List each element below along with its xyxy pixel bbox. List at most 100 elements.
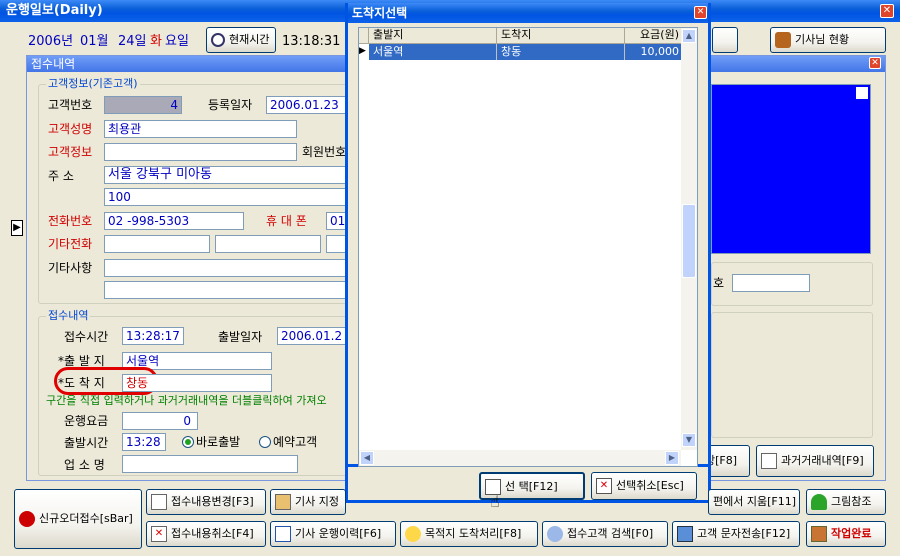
edit-icon xyxy=(151,494,167,510)
scroll-thumb[interactable] xyxy=(682,204,696,278)
radio-reserve[interactable] xyxy=(259,436,271,448)
door-icon xyxy=(811,526,827,542)
cell-dest: 창동 xyxy=(497,44,625,60)
driver-assign-button[interactable]: 기사 지정 xyxy=(270,489,346,515)
row-arrow-icon: ▶ xyxy=(11,220,23,236)
main-window-title: 운행일보(Daily) xyxy=(6,3,103,18)
row-indicator-icon: ▶ xyxy=(359,44,369,60)
dest-field[interactable]: 창동 xyxy=(122,374,272,392)
mouse-pointer-icon: ☝ xyxy=(490,492,500,511)
table-row[interactable]: ▶ 서울역 창동 10,000 xyxy=(359,44,681,60)
radio-now[interactable] xyxy=(182,436,194,448)
people-icon xyxy=(775,32,791,48)
date-month: 01월 xyxy=(80,34,109,49)
message-icon xyxy=(677,526,693,542)
phone-field[interactable]: 02 -998-5303 xyxy=(104,212,244,230)
photo-ref-button[interactable]: 그림참조 xyxy=(806,489,886,515)
other-phone-label: 기타전화 xyxy=(48,237,93,251)
date-year: 2006년 xyxy=(28,34,74,49)
cell-origin: 서울역 xyxy=(369,44,497,60)
driver-history-button[interactable]: 기사 운행이력[F6] xyxy=(270,521,396,547)
tree-icon xyxy=(811,494,827,510)
right-partial-field[interactable] xyxy=(732,274,810,292)
right-group-bottom xyxy=(711,312,873,438)
depart-time-label: 출발시간 xyxy=(64,436,109,450)
phone-label: 전화번호 xyxy=(48,214,93,228)
date-weekday-suffix: 요일 xyxy=(165,34,189,49)
edit-order-button[interactable]: 접수내용변경[F3] xyxy=(146,489,266,515)
scroll-up-icon[interactable]: ▲ xyxy=(682,29,696,43)
col-fare[interactable]: 요금(원) xyxy=(625,28,681,44)
other-notes-label: 기타사항 xyxy=(48,261,93,275)
office-label: 업 소 명 xyxy=(64,458,105,472)
radio-now-label: 바로출발 xyxy=(196,435,241,449)
customer-info-label: 고객정보 xyxy=(48,145,93,159)
customer-search-button[interactable]: 접수고객 검색[F0] xyxy=(542,521,668,547)
partial-top-button[interactable] xyxy=(712,27,738,53)
route-grid-header: 출발지 도착지 요금(원) xyxy=(359,28,681,44)
order-time-field[interactable]: 13:28:17 xyxy=(122,327,184,345)
other-notes-field-2[interactable] xyxy=(104,281,348,299)
reg-date-label: 등록일자 xyxy=(208,98,253,112)
fare-field[interactable]: 0 xyxy=(122,412,198,430)
other-notes-field-1[interactable] xyxy=(104,259,348,277)
document-icon xyxy=(761,453,777,469)
customer-name-field[interactable]: 최용관 xyxy=(104,120,297,138)
new-order-icon xyxy=(19,511,35,527)
office-field[interactable] xyxy=(122,455,298,473)
cancel-select-button[interactable]: ✕ 선택취소[Esc] xyxy=(591,472,697,500)
dest-label: *도 착 지 xyxy=(58,376,105,390)
panel-close-icon[interactable]: ✕ xyxy=(869,57,881,69)
cancel-list-icon: ✕ xyxy=(596,478,612,494)
horizontal-scrollbar[interactable]: ◀ ▶ xyxy=(359,450,681,466)
customer-name-label: 고객성명 xyxy=(48,122,93,136)
dialog-close-icon[interactable]: ✕ xyxy=(694,6,707,19)
other-phone-field-2[interactable] xyxy=(215,235,321,253)
clock-readout: 13:18:31 xyxy=(282,34,341,49)
cancel-order-button[interactable]: ✕ 접수내용취소[F4] xyxy=(146,521,266,547)
address-label: 주 소 xyxy=(48,169,74,183)
arrival-button[interactable]: 목적지 도착처리[F8] xyxy=(400,521,538,547)
driver-status-button[interactable]: 기사님 현황 xyxy=(770,27,886,53)
reg-date-field[interactable]: 2006.01.23 xyxy=(266,96,346,114)
driver-icon xyxy=(275,494,291,510)
depart-time-field[interactable]: 13:28 xyxy=(122,433,166,451)
radio-reserve-label: 예약고객 xyxy=(273,435,318,449)
mobile-label: 휴 대 폰 xyxy=(266,214,307,228)
customer-no-label: 고객번호 xyxy=(48,98,93,112)
col-dest[interactable]: 도착지 xyxy=(497,28,625,44)
fare-label: 운행요금 xyxy=(64,414,109,428)
cancel-doc-icon: ✕ xyxy=(151,526,167,542)
address2-field[interactable]: 100 xyxy=(104,188,348,206)
member-no-label: 회원번호 xyxy=(302,145,347,159)
vertical-scrollbar[interactable]: ▲ ▼ xyxy=(681,28,697,450)
customer-group-caption: 고객정보(기존고객) xyxy=(46,77,140,90)
radio-dot-icon xyxy=(185,439,191,445)
scroll-left-icon[interactable]: ◀ xyxy=(360,451,374,465)
current-time-button[interactable]: 현재시간 xyxy=(206,27,276,53)
date-day: 24일 xyxy=(118,34,147,49)
depart-date-label: 출발일자 xyxy=(218,330,263,344)
delete-from-button[interactable]: 편에서 지움[F11] xyxy=(708,489,800,515)
main-close-icon[interactable]: ✕ xyxy=(880,4,894,18)
scroll-down-icon[interactable]: ▼ xyxy=(682,433,696,447)
clock-icon xyxy=(211,33,225,47)
finish-button[interactable]: 작업완료 xyxy=(806,521,886,547)
destination-select-dialog: 도착지선택 ✕ 출발지 도착지 요금(원) ▶ 서울역 창동 10,000 ▲ … xyxy=(345,3,711,467)
dialog-title: 도착지선택 xyxy=(352,6,408,20)
customer-info-field[interactable] xyxy=(104,143,297,161)
sms-button[interactable]: 고객 문자전송[F12] xyxy=(672,521,800,547)
scroll-right-icon[interactable]: ▶ xyxy=(665,451,679,465)
order-time-label: 접수시간 xyxy=(64,330,109,344)
depart-date-field[interactable]: 2006.01.2 xyxy=(277,327,348,345)
route-grid: 출발지 도착지 요금(원) ▶ 서울역 창동 10,000 ▲ ▼ ◀ ▶ xyxy=(358,27,698,467)
dialog-titlebar: 도착지선택 xyxy=(348,3,708,23)
order-group-caption: 접수내역 xyxy=(46,309,91,322)
cell-fare: 10,000 xyxy=(625,44,681,60)
date-weekday: 화 xyxy=(150,34,162,49)
address1-field[interactable]: 서울 강북구 미아동 xyxy=(104,166,348,184)
col-origin[interactable]: 출발지 xyxy=(369,28,497,44)
history-button[interactable]: 과거거래내역[F9] xyxy=(756,445,874,477)
other-phone-field-1[interactable] xyxy=(104,235,210,253)
new-order-button[interactable]: 신규오더접수[sBar] xyxy=(14,489,142,549)
